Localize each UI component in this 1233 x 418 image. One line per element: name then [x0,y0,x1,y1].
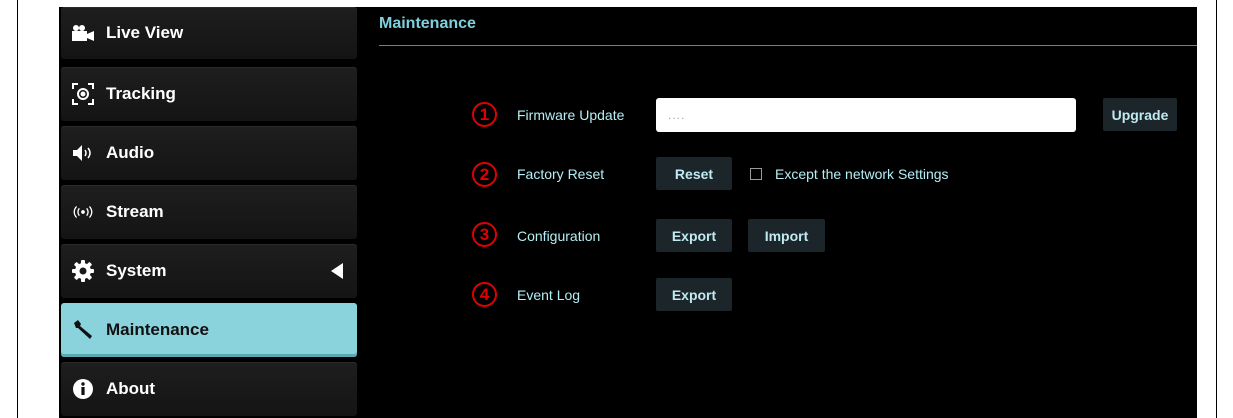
row-marker-2: 2 [472,162,497,187]
tracking-target-icon [71,82,95,106]
wrench-icon [71,318,95,342]
sidebar-item-label: Tracking [106,84,176,103]
except-network-checkbox[interactable] [750,168,762,180]
config-import-button[interactable]: Import [748,219,825,252]
sidebar-item-maintenance[interactable]: Maintenance [61,303,357,357]
sidebar-item-stream[interactable]: Stream [61,185,357,239]
sidebar-item-live-view[interactable]: Live View [61,7,357,59]
broadcast-icon [71,200,95,224]
upgrade-button[interactable]: Upgrade [1103,98,1177,131]
camera-web-ui: Live View Tracking Audio Stream System M… [59,7,1197,418]
sidebar-item-tracking[interactable]: Tracking [61,67,357,121]
frame-left-border [17,0,18,418]
sidebar-item-label: System [106,261,167,280]
sidebar-item-label: Maintenance [106,320,209,339]
firmware-file-input[interactable] [656,98,1076,132]
sidebar: Live View Tracking Audio Stream System M… [59,7,360,418]
frame-right-border [1216,0,1217,418]
sidebar-item-label: Audio [106,143,155,162]
row-marker-4: 4 [472,282,497,307]
sidebar-item-label: About [106,379,156,398]
sidebar-item-about[interactable]: About [61,362,357,416]
configuration-label: Configuration [517,228,601,244]
video-camera-icon [71,21,95,45]
event-log-label: Event Log [517,287,581,303]
caret-left-icon [331,263,343,279]
firmware-update-label: Firmware Update [517,107,625,123]
row-marker-3: 3 [472,222,497,247]
sidebar-item-label: Live View [106,23,184,42]
config-export-button[interactable]: Export [656,219,732,252]
event-log-export-button[interactable]: Export [656,278,732,311]
reset-button[interactable]: Reset [656,157,732,190]
title-divider [379,45,1197,46]
row-marker-1: 1 [472,102,497,127]
sidebar-item-label: Stream [106,202,164,221]
factory-reset-label: Factory Reset [517,166,605,182]
speaker-icon [71,141,95,165]
gear-icon [71,259,95,283]
info-icon [71,377,95,401]
page-title: Maintenance [379,15,476,32]
sidebar-item-audio[interactable]: Audio [61,126,357,180]
except-network-label: Except the network Settings [775,166,949,182]
sidebar-item-system[interactable]: System [61,244,357,298]
